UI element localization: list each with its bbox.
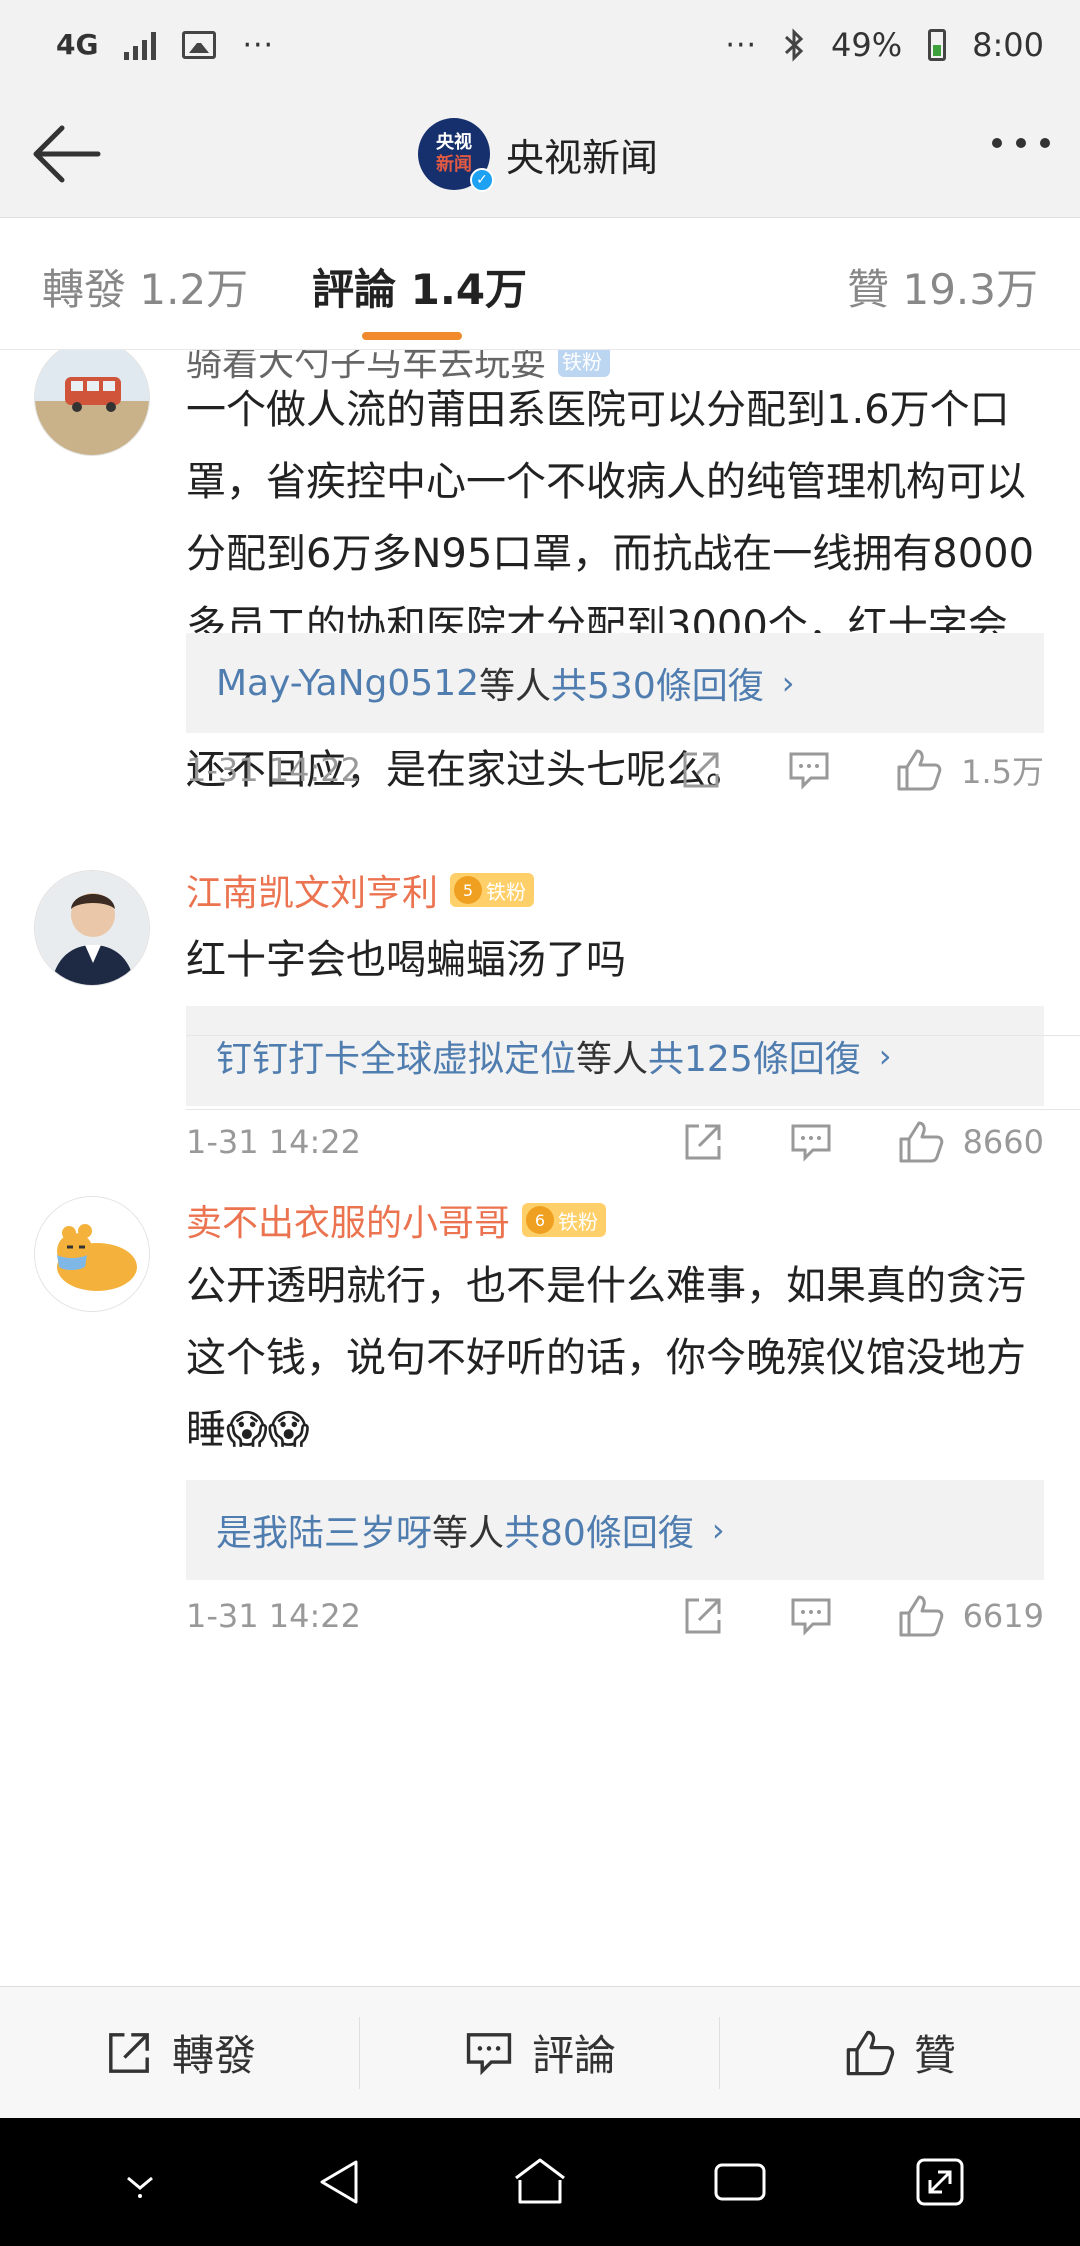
replies-preview[interactable]: May-YaNg0512 等人 共530條回復 › [186, 633, 1044, 733]
crown-icon: 5 [454, 876, 483, 904]
comment-item: 卖不出衣服的小哥哥 6 铁粉 公开透明就行，也不是什么难事，如果真的贪污这个钱，说… [0, 1036, 1080, 1637]
like-button[interactable]: 6619 [897, 1593, 1044, 1639]
avatar[interactable] [34, 350, 150, 456]
more-status-indicator: ··· [725, 27, 758, 63]
comment-icon [466, 2032, 512, 2075]
tab-comments[interactable]: 評論 1.4万 [312, 256, 527, 317]
chevron-right-icon: › [781, 664, 795, 702]
avatar[interactable] [34, 870, 150, 986]
more-notifications-indicator: ··· [242, 27, 275, 63]
fan-badge: 6 铁粉 [522, 1203, 607, 1237]
image-notification-icon [182, 31, 217, 59]
comment-time: 1-31 14:22 [186, 1597, 362, 1635]
comment-item: 江南凯文刘亨利 5 铁粉 红十字会也喝蝙蝠汤了吗 钉钉打卡全球虚拟定位 等人 共12… [0, 774, 1080, 1163]
action-bar: 轉發 評論 贊 [0, 1986, 1080, 2118]
status-bar: 4G ··· ··· 49% 8:00 [0, 0, 1080, 90]
nav-collapse-icon[interactable] [100, 2142, 180, 2222]
tab-likes[interactable]: 贊 19.3万 [847, 256, 1038, 317]
nav-back-icon[interactable] [300, 2142, 380, 2222]
comment-author[interactable]: 卖不出衣服的小哥哥 6 铁粉 [186, 1194, 607, 1246]
account-header[interactable]: 央视 新闻 ✓ 央视新闻 [418, 118, 659, 192]
clock: 8:00 [972, 26, 1044, 64]
nav-home-icon[interactable] [500, 2142, 580, 2222]
battery-icon [928, 29, 947, 61]
comment-meta: 1-31 14:22 6619 [186, 1586, 1044, 1646]
like-post-button[interactable]: 贊 [720, 1987, 1080, 2118]
fan-badge: 铁粉 [558, 350, 611, 377]
nav-recents-icon[interactable] [700, 2142, 780, 2222]
reply-icon[interactable] [789, 1594, 833, 1638]
share-icon[interactable] [681, 1594, 725, 1638]
title-bar: 央视 新闻 ✓ 央视新闻 [0, 90, 1080, 218]
network-type: 4G [56, 28, 99, 61]
fan-badge: 5 铁粉 [450, 873, 535, 907]
avatar[interactable] [34, 1196, 150, 1312]
replies-preview[interactable]: 是我陆三岁呀 等人 共80條回復 › [186, 1480, 1044, 1580]
crown-icon: 6 [526, 1206, 555, 1234]
system-nav-bar [0, 2118, 1080, 2246]
battery-percent: 49% [831, 26, 903, 64]
nav-expand-icon[interactable] [900, 2142, 980, 2222]
chevron-right-icon: › [711, 1511, 725, 1549]
tab-bar: 轉發 1.2万 評論 1.4万 贊 19.3万 [0, 218, 1080, 350]
more-options-icon[interactable] [992, 138, 1050, 148]
comment-text: 红十字会也喝蝙蝠汤了吗 [186, 937, 626, 983]
comment-author[interactable]: 江南凯文刘亨利 5 铁粉 [186, 864, 535, 916]
signal-icon [124, 30, 157, 60]
account-logo: 央视 新闻 ✓ [418, 118, 494, 192]
tab-reposts[interactable]: 轉發 1.2万 [42, 256, 248, 317]
thumbs-up-icon [899, 1595, 943, 1637]
bluetooth-icon [784, 28, 804, 62]
comment-button[interactable]: 評論 [360, 1987, 720, 2118]
repost-button[interactable]: 轉發 [0, 1987, 360, 2118]
comment-text: 公开透明就行，也不是什么难事，如果真的贪污这个钱，说句不好听的话，你今晚殡仪馆没… [186, 1263, 1026, 1453]
back-arrow-icon[interactable] [28, 116, 104, 192]
like-count: 6619 [962, 1597, 1044, 1635]
verified-icon: ✓ [470, 168, 494, 192]
page-title: 央视新闻 [506, 135, 659, 180]
active-tab-indicator [362, 332, 462, 340]
share-icon [109, 2032, 149, 2073]
thumbs-up-icon [846, 2030, 895, 2075]
comment-list: 骑着大勺子马车去玩耍 铁粉 一个做人流的莆田系医院可以分配到1.6万个口罩，省疾… [0, 350, 1080, 1986]
